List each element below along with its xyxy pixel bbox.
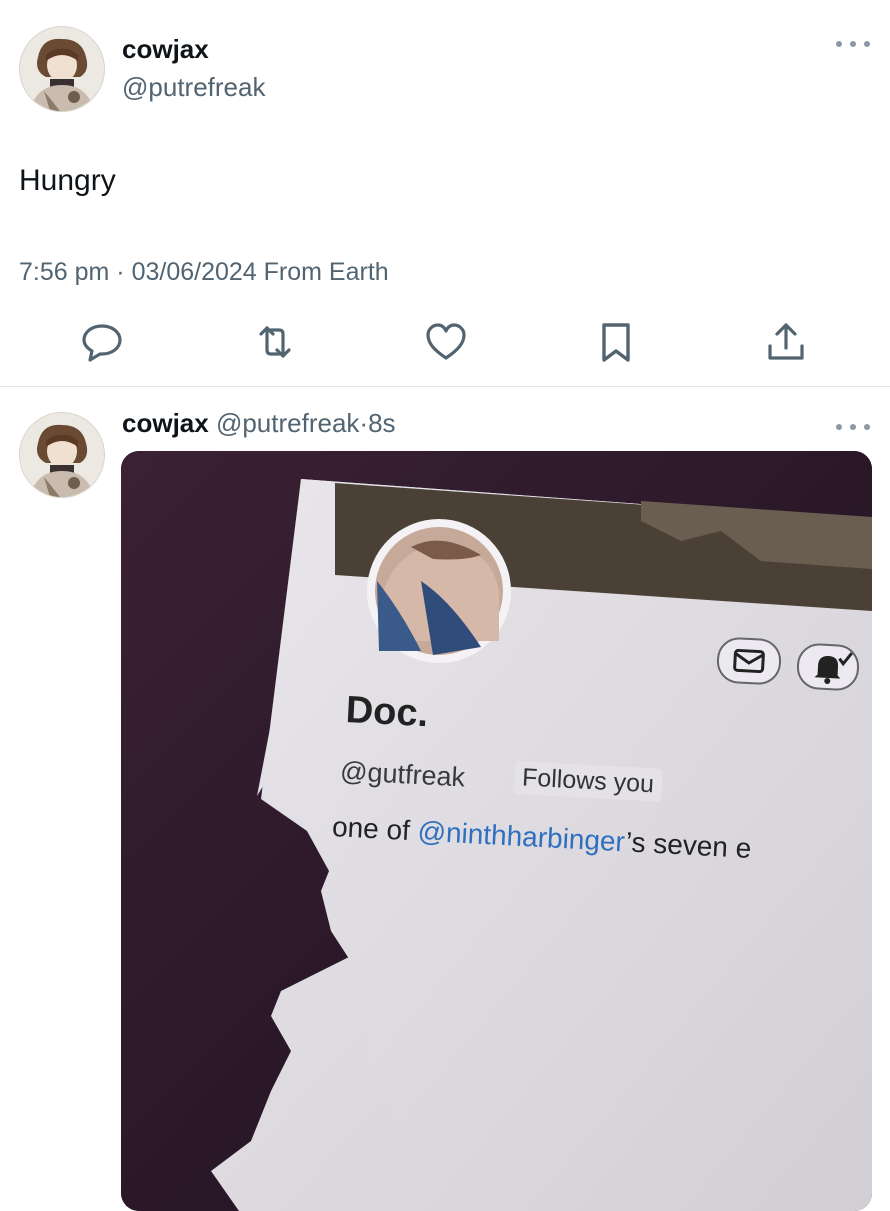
meta-separator: · [359, 408, 369, 438]
post-meta: 7:56 pm · 03/06/2024 From Earth [19, 258, 389, 287]
author-name[interactable]: cowjax [122, 34, 209, 65]
action-bar [0, 320, 890, 368]
meta-separator: · [116, 258, 125, 286]
post-source: From Earth [263, 258, 389, 286]
bio-suffix: ’s seven e [625, 826, 753, 864]
profile-name: Doc. [344, 689, 430, 736]
bell-icon[interactable] [795, 642, 861, 692]
more-options-icon[interactable] [836, 38, 870, 50]
share-icon[interactable] [764, 320, 808, 364]
author-avatar[interactable] [19, 26, 105, 112]
bookmark-icon[interactable] [594, 320, 638, 364]
more-options-icon[interactable] [836, 421, 870, 433]
post-time[interactable]: 8s [368, 408, 395, 438]
author-handle[interactable]: @putrefreak [122, 72, 265, 103]
reply-icon[interactable] [80, 320, 124, 364]
post-time[interactable]: 7:56 pm [19, 258, 109, 286]
post-date[interactable]: 03/06/2024 [132, 258, 257, 286]
author-name[interactable]: cowjax [122, 408, 209, 438]
mail-icon[interactable] [715, 636, 783, 686]
post-header: cowjax @putrefreak·8s [122, 408, 396, 439]
post-divider [0, 386, 890, 387]
author-handle[interactable]: @putrefreak [216, 408, 359, 438]
author-avatar[interactable] [19, 412, 105, 498]
post-text: Hungry [19, 164, 116, 197]
profile-handle: @gutfreak [339, 756, 466, 793]
bio-prefix: one of [331, 811, 419, 847]
post-photo[interactable]: Doc. @gutfreak Follows you one of @ninth… [121, 451, 872, 1211]
like-icon[interactable] [424, 320, 468, 364]
retweet-icon[interactable] [253, 320, 297, 364]
